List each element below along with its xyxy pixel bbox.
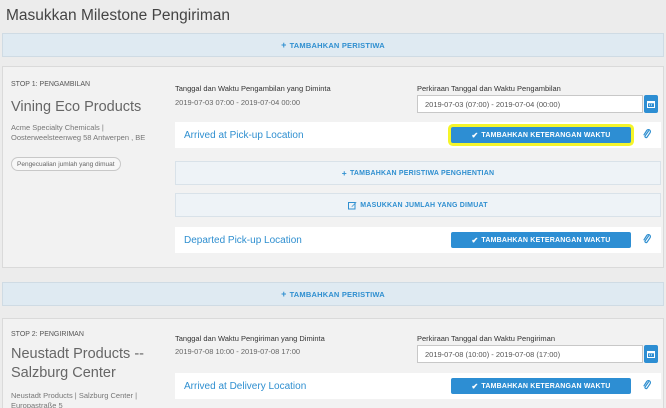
estimated-date-input[interactable]: 2019-07-03 (07:00) - 2019-07-04 (00:00): [417, 95, 643, 113]
stop-panel-1: STOP 1: PENGAMBILAN Vining Eco Products …: [2, 66, 664, 268]
add-event-bar-middle[interactable]: + TAMBAHKAN PERISTIWA: [2, 282, 664, 306]
stop-name: Neustadt Products -- Salzburg Center: [11, 346, 144, 381]
event-row-arrived-delivery: Arrived at Delivery Location ✔ TAMBAHKAN…: [175, 373, 661, 399]
estimated-label: Perkiraan Tanggal dan Waktu Pengambilan: [417, 84, 561, 93]
add-event-bar-top[interactable]: + TAMBAHKAN PERISTIWA: [2, 33, 664, 57]
add-stop-event-bar[interactable]: + TAMBAHKAN PERISTIWA PENGHENTIAN: [175, 161, 661, 185]
event-name: Arrived at Delivery Location: [184, 381, 307, 392]
enter-loaded-qty-label: MASUKKAN JUMLAH YANG DIMUAT: [360, 201, 488, 209]
stop-label: STOP 2: PENGIRIMAN: [11, 331, 84, 338]
check-icon: ✔: [471, 381, 479, 391]
check-icon: ✔: [471, 130, 479, 140]
edit-icon: [348, 201, 357, 209]
stop-address: Acme Specialty Chemicals | Oosterweelste…: [11, 123, 146, 142]
calendar-button[interactable]: [644, 95, 658, 113]
event-row-departed: Departed Pick-up Location ✔ TAMBAHKAN KE…: [175, 227, 661, 253]
paperclip-icon[interactable]: [643, 129, 651, 140]
requested-value: 2019-07-03 07:00 - 2019-07-04 00:00: [175, 98, 301, 107]
stop-address: Neustadt Products | Salzburg Center | Eu…: [11, 391, 138, 408]
stop-name: Vining Eco Products: [11, 99, 142, 115]
add-time-button[interactable]: ✔ TAMBAHKAN KETERANGAN WAKTU: [451, 127, 631, 143]
calendar-button[interactable]: [644, 345, 658, 363]
plus-icon: +: [341, 168, 347, 178]
event-name: Arrived at Pick-up Location: [184, 130, 304, 141]
estimated-date-input[interactable]: 2019-07-08 (10:00) - 2019-07-08 (17:00): [417, 345, 643, 363]
check-icon: ✔: [471, 235, 479, 245]
stop-label: STOP 1: PENGAMBILAN: [11, 81, 91, 88]
requested-label: Tanggal dan Waktu Pengiriman yang Dimint…: [175, 334, 325, 343]
stop-panel-2: STOP 2: PENGIRIMAN Neustadt Products -- …: [2, 318, 664, 408]
paperclip-icon[interactable]: [643, 234, 651, 245]
add-event-label: TAMBAHKAN PERISTIWA: [289, 289, 385, 299]
add-time-button[interactable]: ✔ TAMBAHKAN KETERANGAN WAKTU: [451, 378, 631, 394]
requested-label: Tanggal dan Waktu Pengambilan yang Dimin…: [175, 84, 331, 93]
add-event-label: TAMBAHKAN PERISTIWA: [289, 40, 385, 50]
enter-loaded-qty-bar[interactable]: MASUKKAN JUMLAH YANG DIMUAT: [175, 193, 661, 217]
add-time-label: TAMBAHKAN KETERANGAN WAKTU: [481, 131, 611, 139]
requested-value: 2019-07-08 10:00 - 2019-07-08 17:00: [175, 347, 301, 356]
page-title: Masukkan Milestone Pengiriman: [6, 7, 230, 24]
plus-icon: +: [281, 289, 287, 299]
estimated-label: Perkiraan Tanggal dan Waktu Pengiriman: [417, 334, 555, 343]
event-row-arrived: Arrived at Pick-up Location ✔ TAMBAHKAN …: [175, 122, 661, 148]
calendar-icon: [647, 351, 655, 358]
add-time-button[interactable]: ✔ TAMBAHKAN KETERANGAN WAKTU: [451, 232, 631, 248]
add-time-label: TAMBAHKAN KETERANGAN WAKTU: [481, 382, 611, 390]
event-name: Departed Pick-up Location: [184, 235, 302, 246]
add-stop-event-label: TAMBAHKAN PERISTIWA PENGHENTIAN: [349, 169, 495, 177]
add-time-label: TAMBAHKAN KETERANGAN WAKTU: [481, 236, 611, 244]
calendar-icon: [647, 101, 655, 108]
plus-icon: +: [281, 40, 287, 50]
exclusion-pill[interactable]: Pengecualian jumlah yang dimuat: [11, 157, 121, 171]
paperclip-icon[interactable]: [643, 380, 651, 391]
